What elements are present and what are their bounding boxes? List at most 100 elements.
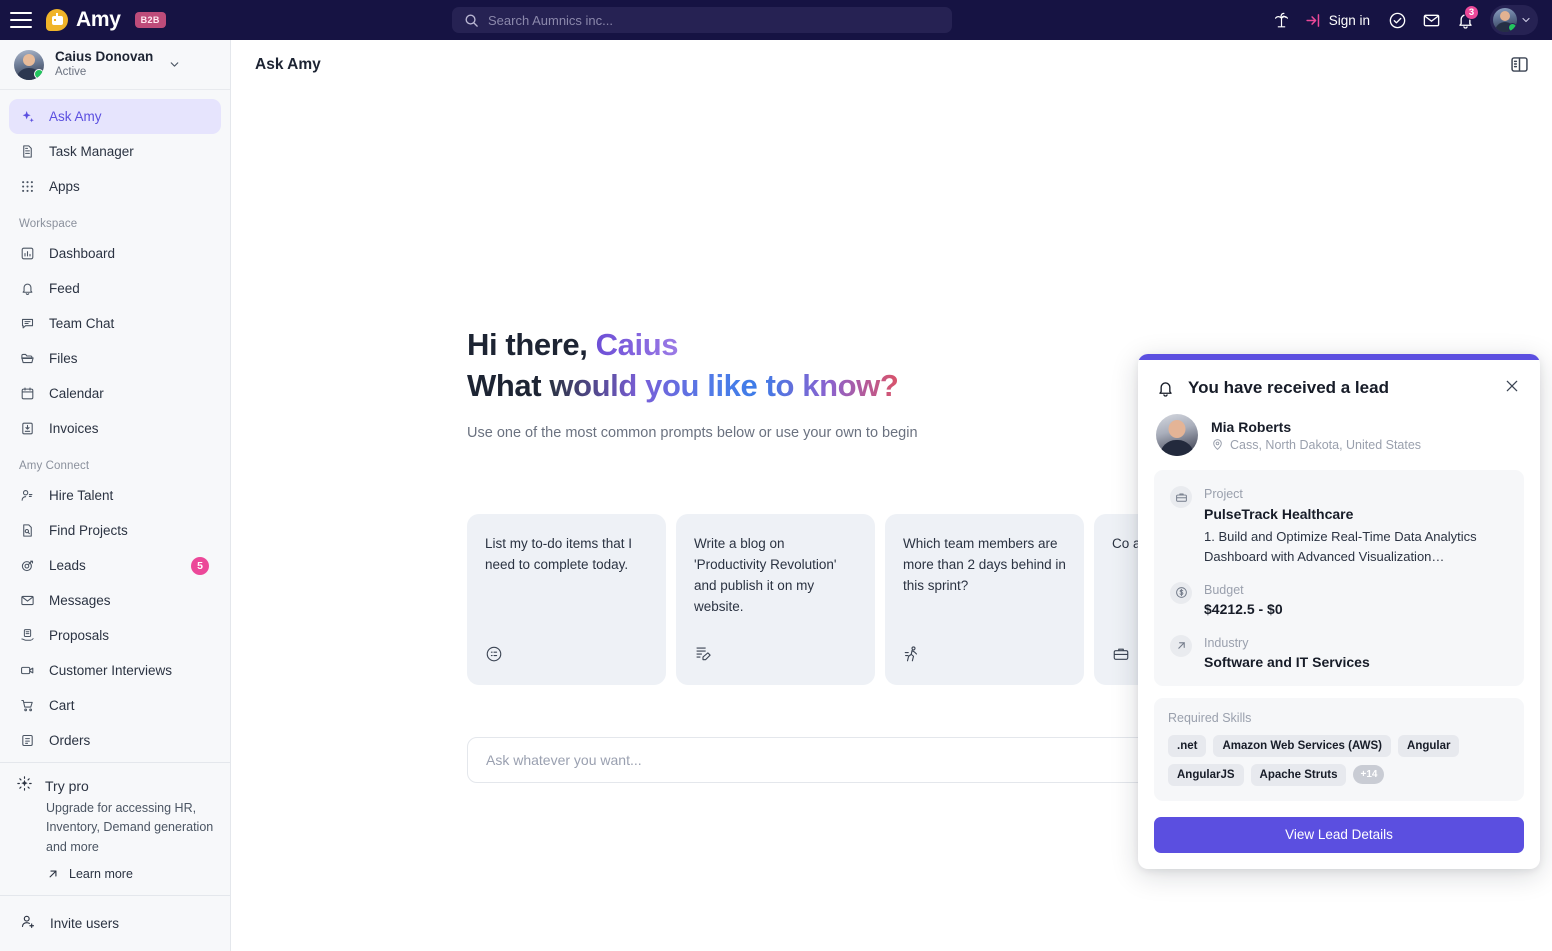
sidebar-profile[interactable]: Caius Donovan Active <box>0 40 230 90</box>
lead-detail-budget: Budget $4212.5 - $0 <box>1170 581 1508 620</box>
hamburger-icon[interactable] <box>10 12 32 28</box>
sidebar-item-label: Messages <box>49 593 111 608</box>
avatar <box>14 49 44 80</box>
notifications-bell[interactable]: 3 <box>1450 5 1480 35</box>
online-status-dot <box>34 68 44 79</box>
prompt-card[interactable]: List my to-do items that I need to compl… <box>467 514 666 685</box>
amy-logo-icon <box>46 9 68 31</box>
invite-users-label: Invite users <box>50 916 120 931</box>
search-input[interactable] <box>488 12 940 28</box>
sidebar-item-ask-amy[interactable]: Ask Amy <box>9 99 221 134</box>
top-bar: Amy B2B Sign in <box>0 0 1552 40</box>
chart-bar-icon <box>19 245 36 262</box>
sidebar-item-label: Cart <box>49 698 75 713</box>
document-search-icon <box>19 522 36 539</box>
prompt-card[interactable]: Write a blog on 'Productivity Revolution… <box>676 514 875 685</box>
sidebar-item-find-projects[interactable]: Find Projects <box>9 513 221 548</box>
document-icon <box>19 143 36 160</box>
lead-location-text: Cass, North Dakota, United States <box>1230 437 1422 452</box>
learn-more-link[interactable]: Learn more <box>46 867 214 881</box>
sidebar-item-label: Task Manager <box>49 144 134 159</box>
proposal-hand-icon <box>19 627 36 644</box>
required-skills-panel: Required Skills .net Amazon Web Services… <box>1154 697 1524 801</box>
add-user-icon <box>20 913 37 935</box>
map-pin-icon <box>1213 439 1222 450</box>
avatar <box>1156 414 1198 456</box>
sidebar-item-messages[interactable]: Messages <box>9 583 221 618</box>
skill-chip: .net <box>1168 734 1207 757</box>
sidebar-item-label: Invoices <box>49 421 99 436</box>
sidebar-item-label: Ask Amy <box>49 109 102 124</box>
prompt-card-text: List my to-do items that I need to compl… <box>485 536 633 573</box>
envelope-icon[interactable] <box>1416 5 1446 35</box>
chat-bubble-icon <box>19 315 36 332</box>
sparkle-icon <box>19 108 36 125</box>
sidebar-item-task-manager[interactable]: Task Manager <box>9 134 221 169</box>
user-menu[interactable] <box>1490 5 1538 35</box>
sun-sparkle-icon <box>16 775 33 797</box>
sidebar-item-cart[interactable]: Cart <box>9 688 221 723</box>
invite-users-button[interactable]: Invite users <box>0 895 230 951</box>
sidebar-section-workspace: Workspace <box>19 218 78 230</box>
sidebar-item-hire-talent[interactable]: Hire Talent <box>9 478 221 513</box>
sidebar-item-customer-interviews[interactable]: Customer Interviews <box>9 653 221 688</box>
briefcase-icon <box>1170 486 1192 508</box>
skills-overflow-badge[interactable]: +14 <box>1353 765 1385 785</box>
main-header: Ask Amy <box>231 40 1552 89</box>
lead-detail-key: Project <box>1204 487 1243 501</box>
lead-project-description: 1. Build and Optimize Real-Time Data Ana… <box>1204 529 1477 564</box>
check-circle-icon[interactable] <box>1382 5 1412 35</box>
sidebar-item-leads[interactable]: Leads 5 <box>9 548 221 583</box>
lead-detail-project: Project PulseTrack Healthcare 1. Build a… <box>1170 485 1508 567</box>
chevron-down-icon <box>1522 17 1530 23</box>
sidebar-item-label: Calendar <box>49 386 104 401</box>
skill-chip: AngularJS <box>1168 763 1244 786</box>
sign-in-button[interactable]: Sign in <box>1301 12 1378 29</box>
sidebar-item-dashboard[interactable]: Dashboard <box>9 236 221 271</box>
online-status-dot <box>1508 23 1517 32</box>
page-title: Ask Amy <box>255 55 321 73</box>
person-search-icon <box>19 487 36 504</box>
view-lead-details-button[interactable]: View Lead Details <box>1154 816 1524 853</box>
lead-detail-key: Industry <box>1204 635 1249 650</box>
sidebar-item-invoices[interactable]: Invoices <box>9 411 221 446</box>
lead-card-header: You have received a lead <box>1138 360 1540 398</box>
sidebar-item-apps[interactable]: Apps <box>9 169 221 204</box>
calendar-icon <box>19 385 36 402</box>
document-edit-icon <box>694 645 857 666</box>
arrow-up-right-icon <box>49 870 57 878</box>
sidebar-item-team-chat[interactable]: Team Chat <box>9 306 221 341</box>
lead-card-title: You have received a lead <box>1188 378 1389 397</box>
lead-person: Mia Roberts Cass, North Dakota, United S… <box>1138 398 1540 470</box>
lead-detail-industry: Industry Software and IT Services <box>1170 634 1508 673</box>
sidebar: Caius Donovan Active Ask Amy Task Manage <box>0 40 231 951</box>
hero-user-name: Caius <box>595 327 679 362</box>
leads-badge: 5 <box>191 556 209 575</box>
bell-badge: 3 <box>1464 5 1479 20</box>
sidebar-section-amy-connect: Amy Connect <box>19 460 90 472</box>
sidebar-item-orders[interactable]: Orders <box>9 723 221 758</box>
close-icon[interactable] <box>1500 374 1524 398</box>
chevron-down-icon <box>170 62 179 67</box>
sidebar-item-feed[interactable]: Feed <box>9 271 221 306</box>
global-search[interactable] <box>452 7 952 33</box>
shopping-cart-icon <box>19 697 36 714</box>
sidebar-item-calendar[interactable]: Calendar <box>9 376 221 411</box>
palm-tree-icon[interactable] <box>1267 5 1297 35</box>
brand[interactable]: Amy B2B <box>46 8 166 32</box>
lead-detail-value: Software and IT Services <box>1204 654 1370 671</box>
lead-person-name: Mia Roberts <box>1211 418 1292 435</box>
hero-greeting: Hi there, <box>467 327 596 362</box>
sidebar-item-proposals[interactable]: Proposals <box>9 618 221 653</box>
sidebar-nav: Ask Amy Task Manager Apps Workspace Dash… <box>0 90 230 762</box>
grid-dots-icon <box>19 178 36 195</box>
avatar <box>1493 8 1517 32</box>
lead-person-location: Cass, North Dakota, United States <box>1211 438 1421 452</box>
lead-details-panel: Project PulseTrack Healthcare 1. Build a… <box>1154 470 1524 686</box>
sign-in-label: Sign in <box>1328 12 1370 28</box>
layout-panel-icon[interactable] <box>1506 52 1532 78</box>
skill-chip: Apache Struts <box>1250 763 1347 786</box>
sidebar-item-label: Hire Talent <box>49 488 114 503</box>
sidebar-item-files[interactable]: Files <box>9 341 221 376</box>
prompt-card[interactable]: Which team members are more than 2 days … <box>885 514 1084 685</box>
